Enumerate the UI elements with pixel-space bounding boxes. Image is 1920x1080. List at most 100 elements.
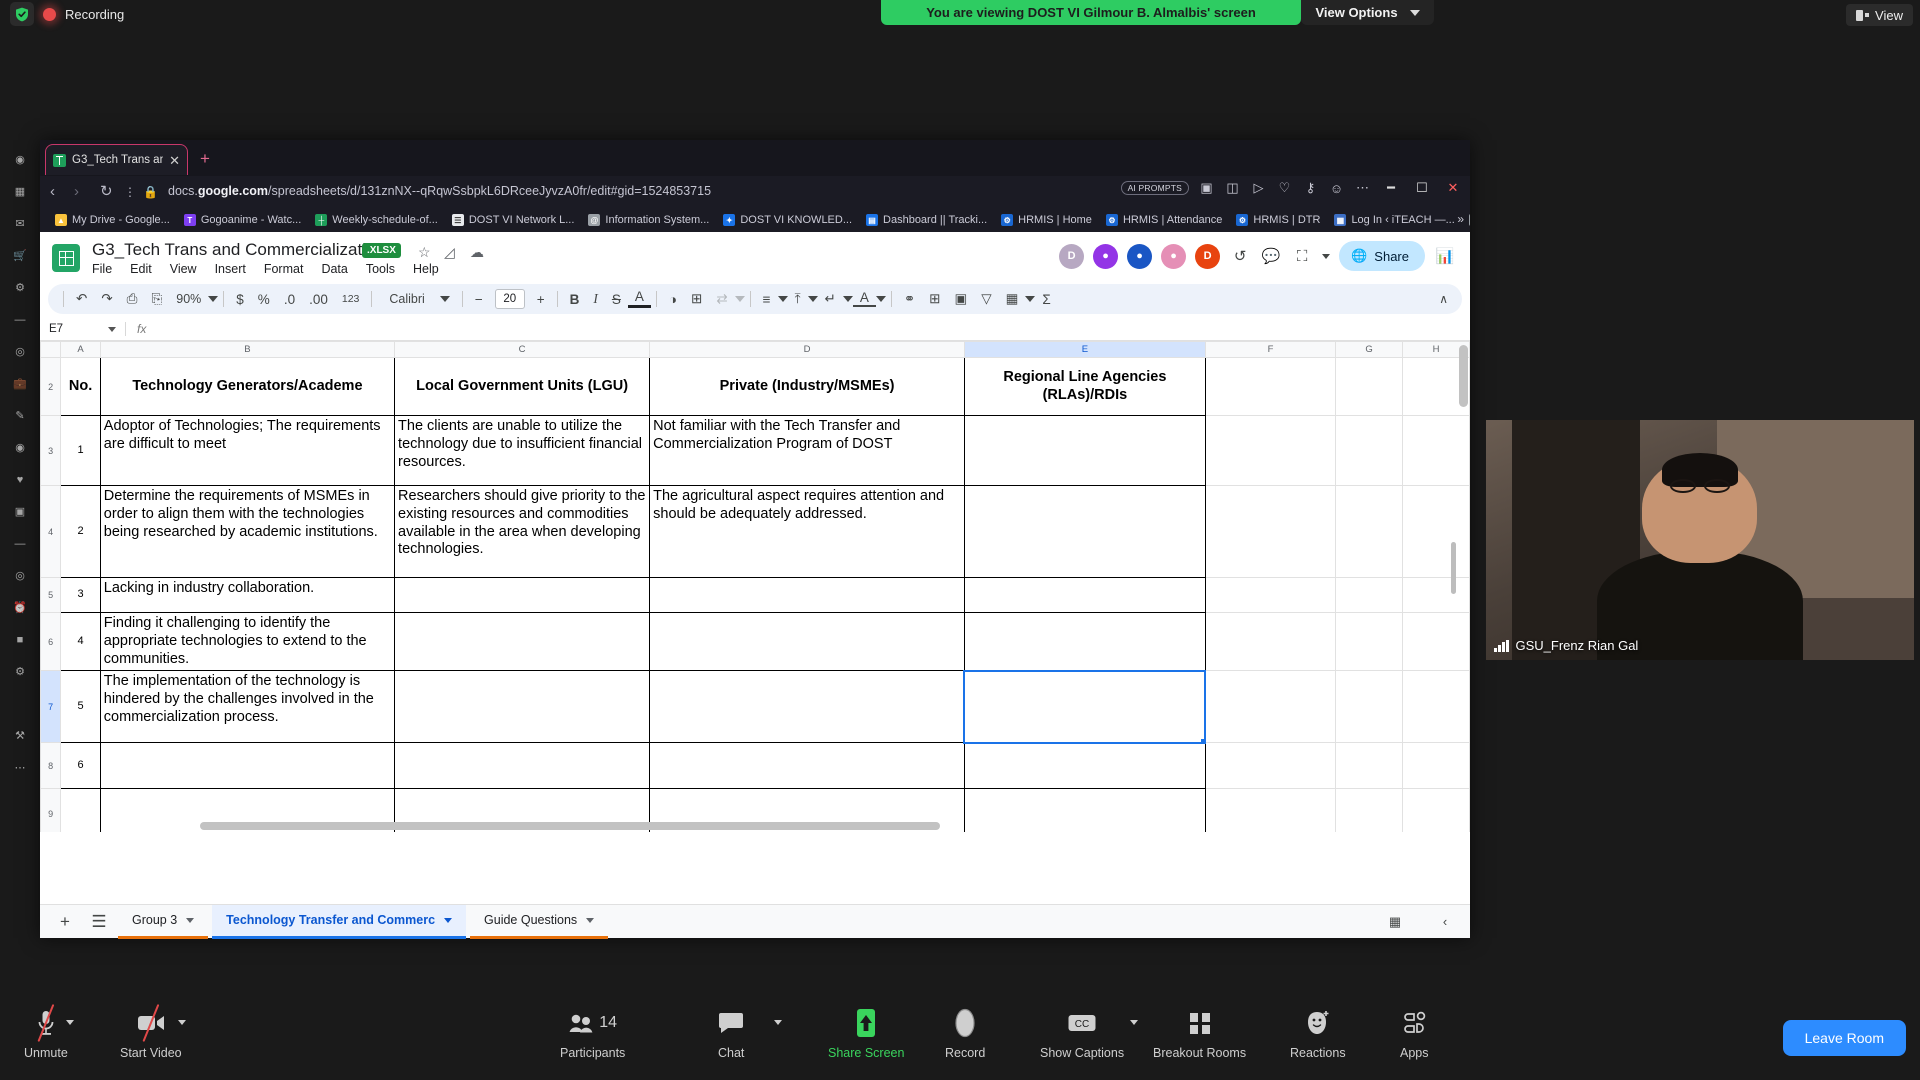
bookmark-item[interactable]: ✦ DOST VI KNOWLED... xyxy=(716,214,859,226)
shield-icon[interactable]: ⚷ xyxy=(1302,180,1319,196)
column-header-E[interactable]: E xyxy=(963,341,1206,358)
borders-button[interactable]: ⊞ xyxy=(684,291,709,307)
horizontal-align-button[interactable]: ≡ xyxy=(756,292,778,307)
sheet-tab-group-3[interactable]: Group 3 xyxy=(118,905,209,939)
vertical-scroll-thumb-lower[interactable] xyxy=(1451,542,1456,594)
text-color-button[interactable]: A xyxy=(627,289,651,308)
horizontal-scrollbar[interactable] xyxy=(200,822,940,830)
rail-icon-settings[interactable]: ⚙ xyxy=(11,278,30,297)
cell-D2-private[interactable]: Private (Industry/MSMEs) xyxy=(649,357,965,416)
close-icon[interactable]: ✕ xyxy=(169,154,180,167)
row-header[interactable]: 6 xyxy=(40,611,62,672)
cell-B7-academe[interactable]: The implementation of the technology is … xyxy=(99,670,396,744)
cell-A3-no[interactable]: 1 xyxy=(60,415,101,486)
insert-link-button[interactable]: ⚭ xyxy=(897,291,922,307)
view-layout-button[interactable]: View xyxy=(1846,4,1913,26)
rail-icon-briefcase[interactable]: 💼 xyxy=(11,374,30,393)
cell-B8-academe[interactable] xyxy=(99,742,396,790)
cell-B3-academe[interactable]: Adoptor of Technologies; The requirement… xyxy=(99,415,396,486)
unmute-control[interactable]: Unmute xyxy=(24,1004,74,1060)
row-header[interactable]: 9 xyxy=(40,788,62,832)
profile-icon[interactable]: ☺ xyxy=(1328,181,1345,196)
print-button[interactable]: ⎙ xyxy=(120,291,145,307)
row-header[interactable]: 7 xyxy=(40,670,62,744)
sheet-tab-guide-questions[interactable]: Guide Questions xyxy=(470,905,609,939)
cell-G6[interactable] xyxy=(1335,611,1404,672)
name-box[interactable]: E7 xyxy=(40,323,125,335)
menu-format[interactable]: Format xyxy=(264,262,304,276)
rotation-caret-icon[interactable] xyxy=(875,296,886,302)
add-sheet-button[interactable]: + xyxy=(50,912,80,932)
chevron-up-icon[interactable] xyxy=(66,1020,74,1025)
decrease-decimal-button[interactable]: .0 xyxy=(277,292,302,307)
explore-panel-icon[interactable]: ▦ xyxy=(1380,914,1410,930)
vertical-scrollbar[interactable] xyxy=(1459,345,1468,725)
back-arrow-icon[interactable]: ‹ xyxy=(50,183,55,201)
rail-icon-chat[interactable]: ✉ xyxy=(11,214,30,233)
cell-E9-rla[interactable] xyxy=(963,788,1206,832)
font-family-selector[interactable]: Calibri xyxy=(377,292,431,306)
fill-color-button[interactable]: ◑ xyxy=(662,292,684,307)
rail-icon-gear[interactable]: ⚙ xyxy=(11,662,30,681)
browser-menu-icon[interactable]: ⋯ xyxy=(1354,180,1371,196)
chevron-down-icon[interactable] xyxy=(108,326,116,332)
rail-icon-target[interactable]: ◎ xyxy=(11,342,30,361)
cloud-saved-icon[interactable]: ☁ xyxy=(470,244,484,261)
menu-help[interactable]: Help xyxy=(413,262,439,276)
cell-G2[interactable] xyxy=(1335,357,1404,416)
font-caret-icon[interactable] xyxy=(439,296,450,302)
cell-A5-no[interactable]: 3 xyxy=(60,577,101,613)
insert-chart-button[interactable]: ▣ xyxy=(947,291,974,307)
cell-H8[interactable] xyxy=(1402,742,1470,790)
split-screen-icon[interactable]: ◫ xyxy=(1224,180,1241,196)
number-format-button[interactable]: 123 xyxy=(335,293,367,305)
bookmark-item[interactable]: T Gogoanime - Watc... xyxy=(177,214,308,226)
sheets-logo-icon[interactable] xyxy=(52,244,80,272)
cell-G8[interactable] xyxy=(1335,742,1404,790)
leave-room-button[interactable]: Leave Room xyxy=(1782,1020,1906,1056)
menu-data[interactable]: Data xyxy=(321,262,347,276)
rail-icon-globe[interactable]: ◉ xyxy=(11,150,30,169)
chevron-down-icon[interactable] xyxy=(186,917,195,923)
cell-F5[interactable] xyxy=(1204,577,1337,613)
avatar[interactable]: ● xyxy=(1161,243,1187,269)
cell-E8-rla[interactable] xyxy=(963,742,1206,790)
cell-E2-rla[interactable]: Regional Line Agencies (RLAs)/RDIs xyxy=(963,357,1206,416)
cell-D8-private[interactable] xyxy=(649,742,965,790)
cell-D4-private[interactable]: The agricultural aspect requires attenti… xyxy=(649,485,965,578)
cell-A7-no[interactable]: 5 xyxy=(60,670,101,744)
cell-E6-rla[interactable] xyxy=(963,611,1206,672)
sheet-tab-technology-transfer[interactable]: Technology Transfer and Commerc xyxy=(212,904,467,939)
forward-arrow-icon[interactable]: › xyxy=(74,183,79,201)
bookmark-item[interactable]: ▦ Log In ‹ iTEACH —... xyxy=(1327,214,1461,226)
rail-icon-heart[interactable]: ♥ xyxy=(11,470,30,489)
create-filter-button[interactable]: ▽ xyxy=(974,291,998,307)
column-header-C[interactable]: C xyxy=(394,341,651,358)
collapse-panel-icon[interactable]: ‹ xyxy=(1430,914,1460,929)
cell-E3-rla[interactable] xyxy=(963,415,1206,486)
bookmark-item[interactable]: ⚙ HRMIS | Home xyxy=(994,214,1099,226)
chevron-down-icon[interactable] xyxy=(1322,253,1331,259)
cell-F9[interactable] xyxy=(1204,788,1337,832)
menu-file[interactable]: File xyxy=(92,262,112,276)
cell-A8-no[interactable]: 6 xyxy=(60,742,101,790)
star-icon[interactable]: ☆ xyxy=(418,244,431,261)
increase-font-size-button[interactable]: + xyxy=(530,292,552,307)
paint-format-button[interactable]: ⎘ xyxy=(144,291,169,307)
cell-G4[interactable] xyxy=(1335,485,1404,578)
cell-C3-lgu[interactable]: The clients are unable to utilize the te… xyxy=(394,415,651,486)
insert-comment-button[interactable]: ⊞ xyxy=(922,291,947,307)
bookmark-item[interactable]: ☰ DOST VI Network L... xyxy=(445,214,582,226)
chevron-up-icon[interactable] xyxy=(178,1020,186,1025)
halign-caret-icon[interactable] xyxy=(777,296,788,302)
cell-C8-lgu[interactable] xyxy=(394,742,651,790)
decrease-font-size-button[interactable]: − xyxy=(468,292,490,307)
menu-tools[interactable]: Tools xyxy=(366,262,395,276)
ai-prompts-badge[interactable]: AI PROMPTS xyxy=(1120,181,1189,195)
chevron-up-icon[interactable] xyxy=(774,1020,782,1025)
strikethrough-button[interactable]: S xyxy=(605,292,628,307)
cell-G7[interactable] xyxy=(1335,670,1404,744)
rail-icon-monitor[interactable]: ▣ xyxy=(11,502,30,521)
record-control[interactable]: Record xyxy=(945,1006,985,1060)
bookmark-item[interactable]: ⚙ HRMIS | DTR xyxy=(1229,214,1327,226)
